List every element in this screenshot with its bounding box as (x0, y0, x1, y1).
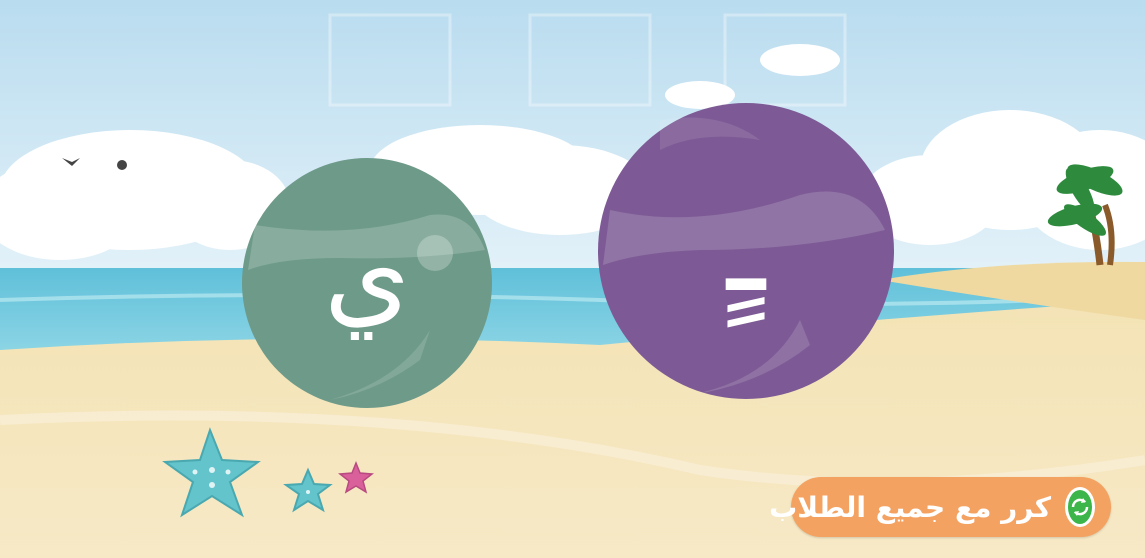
repeat-with-all-students-button[interactable]: كرر مع جميع الطلاب (769, 477, 1111, 537)
ball-left[interactable] (242, 158, 492, 408)
repeat-instruction-label: كرر مع جميع الطلاب (769, 490, 1051, 524)
ball-right[interactable] (598, 103, 894, 399)
repeat-cycle-icon (1065, 487, 1095, 527)
beach-scene: ي ـٍ كرر مع جميع الطلاب (0, 0, 1145, 558)
beach-background (0, 0, 1145, 558)
